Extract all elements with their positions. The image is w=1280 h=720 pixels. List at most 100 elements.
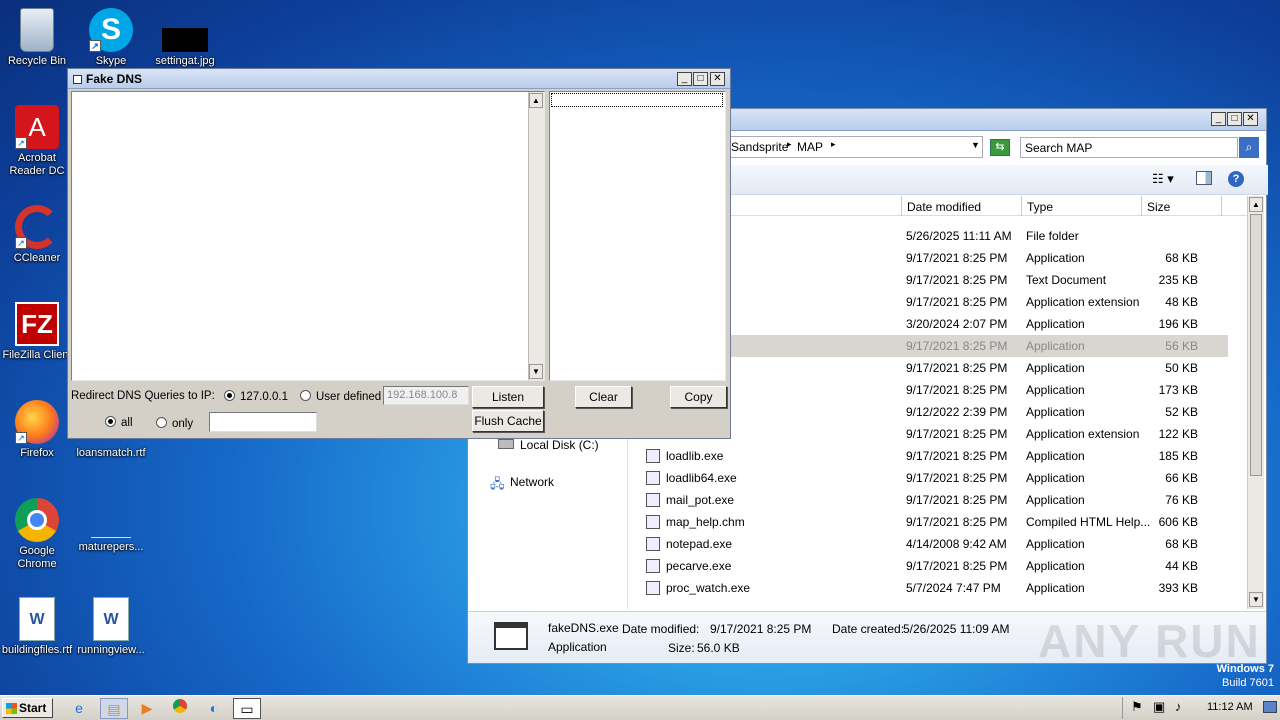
scroll-up-icon[interactable]: ▲ (529, 93, 543, 108)
desktop-icon-runningview[interactable]: W runningview... (74, 597, 148, 657)
copy-button[interactable]: Copy (670, 386, 727, 408)
listen-button[interactable]: Listen (472, 386, 544, 408)
view-options-icon[interactable]: ☷ ▾ (1152, 171, 1174, 187)
close-button[interactable]: ✕ (1243, 112, 1258, 126)
cell-size: 235 KB (1158, 273, 1198, 287)
table-row[interactable]: pecarve.exe 9/17/2021 8:25 PM Application 4… (628, 555, 1228, 577)
start-button[interactable]: Start (2, 698, 53, 718)
desktop-icon-chrome[interactable]: Google Chrome (0, 498, 74, 571)
list-focus-item[interactable] (551, 93, 723, 107)
column-size[interactable]: Size (1142, 196, 1222, 216)
column-name[interactable] (730, 196, 902, 216)
word-file-icon: W (93, 597, 129, 641)
file-icon (91, 498, 131, 538)
cell-date: 9/17/2021 8:25 PM (906, 471, 1008, 485)
desktop-icon-acrobat[interactable]: A ↗ Acrobat Reader DC (0, 105, 74, 178)
breadcrumb-chevron-icon[interactable]: ▸ (787, 139, 792, 150)
column-type[interactable]: Type (1022, 196, 1142, 216)
flush-cache-button[interactable]: Flush Cache (472, 410, 544, 432)
maximize-button[interactable]: □ (693, 72, 708, 86)
refresh-button[interactable]: ⇆ (990, 139, 1010, 156)
radio-user-defined[interactable]: User defined (300, 390, 381, 403)
desktop-icon-settingat[interactable]: settingat.jpg (148, 8, 222, 68)
cell-size: 185 KB (1158, 449, 1198, 463)
command-bar: ☷ ▾ ? (730, 165, 1268, 195)
breadcrumb-sandsprite[interactable]: Sandsprite (731, 140, 788, 154)
breadcrumb-map[interactable]: MAP (797, 140, 823, 154)
minimize-button[interactable]: _ (1211, 112, 1226, 126)
cell-name: notepad.exe (666, 537, 733, 551)
radio-all[interactable]: all (105, 416, 133, 429)
close-button[interactable]: ✕ (710, 72, 725, 86)
clear-button[interactable]: Clear (575, 386, 632, 408)
desktop-icon-buildingfiles[interactable]: W buildingfiles.rtf (0, 597, 74, 657)
flag-icon[interactable]: ⚑ (1131, 699, 1143, 715)
radio-only[interactable]: only (156, 417, 193, 430)
radio-localhost[interactable]: 127.0.0.1 (224, 390, 288, 403)
table-row[interactable]: loadlib64.exe 9/17/2021 8:25 PM Applicatio… (628, 467, 1228, 489)
anyrun-watermark: ANY RUN (1038, 615, 1261, 667)
scroll-up-icon[interactable]: ▲ (1249, 197, 1263, 212)
radio-selected-icon[interactable] (224, 390, 235, 401)
preview-pane-icon[interactable] (1196, 171, 1212, 185)
desktop-icon-skype[interactable]: S ↗ Skype (74, 8, 148, 68)
column-date-modified[interactable]: Date modified (902, 196, 1022, 216)
details-file-type: Application (548, 640, 607, 654)
desktop-icon-ccleaner[interactable]: ↗ CCleaner (0, 205, 74, 265)
search-icon[interactable]: ⌕ (1239, 137, 1259, 158)
edge-icon[interactable]: ◐ (200, 698, 228, 719)
show-desktop-icon[interactable] (1263, 701, 1277, 713)
fake-dns-taskbar-icon[interactable]: ▭ (233, 698, 261, 719)
desktop-icon-recycle-bin[interactable]: Recycle Bin (0, 8, 74, 68)
scroll-thumb[interactable] (1250, 214, 1262, 476)
cell-date: 3/20/2024 2:07 PM (906, 317, 1008, 331)
recycle-bin-icon (20, 8, 54, 52)
details-file-name: fakeDNS.exe (548, 621, 619, 635)
volume-icon[interactable]: ♪ (1175, 699, 1182, 714)
scroll-down-icon[interactable]: ▼ (1249, 592, 1263, 607)
dropdown-arrow-icon[interactable]: ▼ (971, 140, 980, 150)
table-row[interactable]: mail_pot.exe 9/17/2021 8:25 PM Application… (628, 489, 1228, 511)
table-row[interactable]: proc_watch.exe 5/7/2024 7:47 PM Applicatio… (628, 577, 1228, 599)
ie-icon[interactable]: e (65, 698, 93, 719)
radio-selected-icon[interactable] (105, 416, 116, 427)
radio-icon[interactable] (300, 390, 311, 401)
fake-dns-window: Fake DNS _ □ ✕ ▲ ▼ Redirect DNS Queries … (67, 68, 731, 439)
file-list-scrollbar[interactable]: ▲ ▼ (1247, 196, 1264, 609)
cell-date: 5/7/2024 7:47 PM (906, 581, 1001, 595)
explorer-icon[interactable]: ▤ (100, 698, 128, 719)
radio-icon[interactable] (156, 417, 167, 428)
media-player-icon[interactable]: ▶ (133, 698, 161, 719)
ccleaner-icon: ↗ (15, 205, 59, 249)
chrome-icon (15, 498, 59, 542)
help-icon[interactable]: ? (1228, 171, 1244, 187)
only-domain-input[interactable] (209, 412, 317, 432)
network-tray-icon[interactable]: ▣ (1153, 699, 1165, 715)
sidebar-item-network[interactable]: 🖧 Network (488, 473, 613, 491)
image-file-icon (162, 28, 208, 52)
table-row[interactable]: loadlib.exe 9/17/2021 8:25 PM Application 1… (628, 445, 1228, 467)
desktop-icon-firefox[interactable]: ↗ Firefox (0, 400, 74, 460)
cell-type: Application (1026, 471, 1085, 485)
clock[interactable]: 11:12 AM (1207, 701, 1253, 713)
maximize-button[interactable]: □ (1227, 112, 1242, 126)
host-list[interactable] (549, 91, 726, 381)
scroll-down-icon[interactable]: ▼ (529, 364, 543, 379)
log-scrollbar[interactable]: ▲ ▼ (528, 92, 544, 380)
address-bar[interactable]: Sandsprite ▸ MAP ▸ ▼ (730, 136, 983, 158)
breadcrumb-chevron-icon[interactable]: ▸ (831, 139, 836, 150)
cell-date: 9/17/2021 8:25 PM (906, 515, 1008, 529)
cell-name: mail_pot.exe (666, 493, 735, 507)
chrome-taskbar-icon[interactable] (166, 698, 194, 719)
log-textarea[interactable]: ▲ ▼ (71, 91, 545, 381)
minimize-button[interactable]: _ (677, 72, 692, 86)
cell-name: pecarve.exe (666, 559, 732, 573)
user-ip-input[interactable]: 192.168.100.8 (383, 386, 469, 405)
table-row[interactable]: map_help.chm 9/17/2021 8:25 PM Compiled HT… (628, 511, 1228, 533)
fake-dns-titlebar[interactable]: Fake DNS _ □ ✕ (68, 69, 730, 89)
desktop-icon-filezilla[interactable]: FZ FileZilla Client (0, 302, 74, 362)
desktop-icon-maturepers[interactable]: maturepers... (74, 498, 148, 554)
table-row[interactable]: notepad.exe 4/14/2008 9:42 AM Application 6… (628, 533, 1228, 555)
search-input[interactable]: Search MAP (1020, 137, 1238, 158)
file-icon (646, 493, 660, 507)
